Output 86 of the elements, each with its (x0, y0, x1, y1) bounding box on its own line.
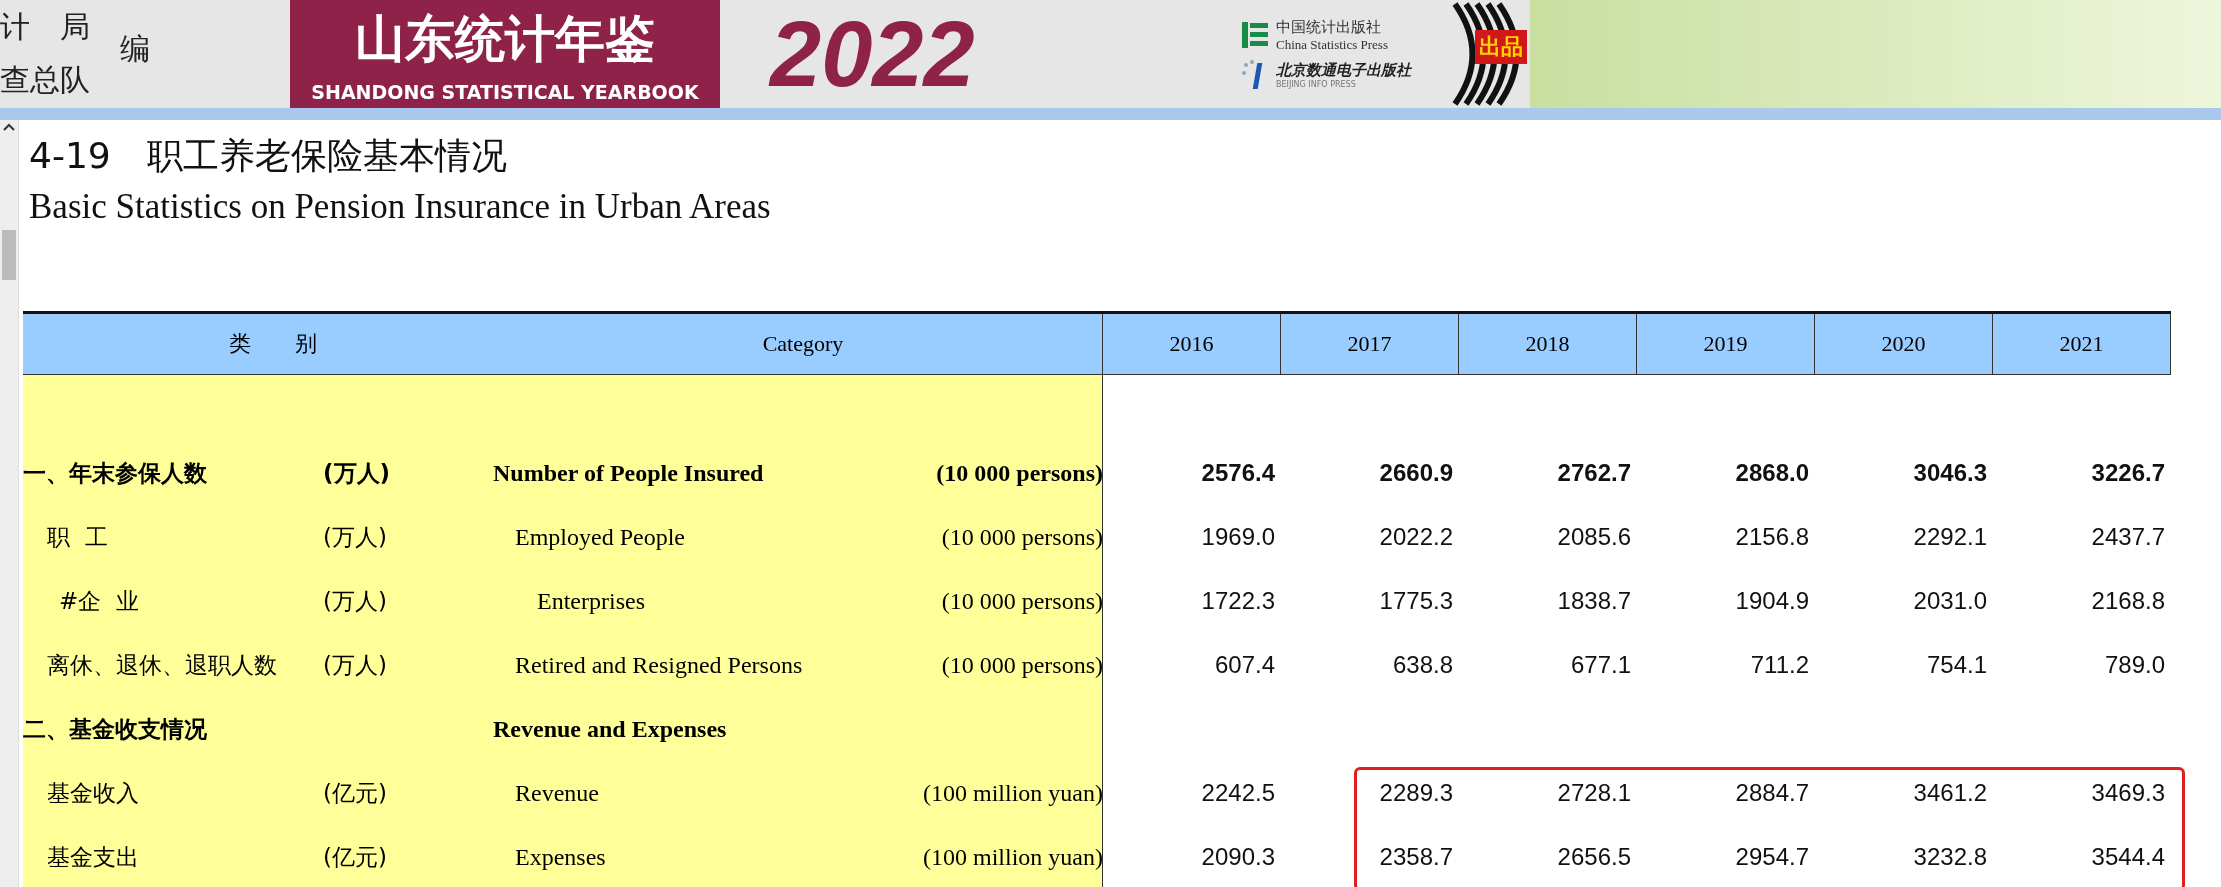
row-label: Revenue and Expenses (493, 715, 728, 743)
edition-year: 2022 (770, 1, 976, 107)
table-cell: 2954.7 (1735, 843, 1809, 870)
row-label: #企 业 (58, 586, 140, 616)
row-label: 二、基金收支情况 (23, 714, 208, 744)
publisher-name: 计 局 (0, 8, 90, 46)
scroll-thumb[interactable] (2, 230, 16, 280)
row-label: Expenses (514, 843, 607, 871)
table-cell: 677.1 (1570, 651, 1631, 678)
table-cell: 2168.8 (2091, 587, 2165, 614)
table-cell: 1775.3 (1379, 587, 1453, 614)
press-name: 中国统计出版社 (1276, 17, 1382, 37)
table-cell: 2085.6 (1557, 523, 1631, 550)
table-cell: 3226.7 (2091, 459, 2165, 486)
table-cell: 711.2 (1750, 651, 1809, 678)
table-cell: 1838.7 (1557, 587, 1631, 614)
table-cell: 754.1 (1926, 651, 1987, 678)
row-label: Retired and Resigned Persons (514, 651, 804, 679)
table-cell: 2031.0 (1913, 587, 1987, 614)
unit-label: (100 million yuan) (922, 843, 1103, 871)
table-cell: 2437.7 (2091, 523, 2165, 550)
table-cell: 2289.3 (1379, 779, 1453, 806)
row-label: Revenue (514, 779, 600, 807)
row-label: Enterprises (536, 587, 646, 615)
press-name: China Statistics Press (1276, 36, 1388, 53)
unit-label: (万人) (322, 586, 388, 616)
table-cell: 2022.2 (1379, 523, 1453, 550)
unit-label: (10 000 persons) (940, 651, 1103, 679)
table-cell: 789.0 (2104, 651, 2165, 678)
table-cell: 3046.3 (1913, 459, 1987, 486)
table-cell: 2242.5 (1201, 779, 1275, 806)
table-cell: 2660.9 (1379, 459, 1453, 486)
press-name: 北京数通电子出版社 (1276, 60, 1411, 80)
row-label: 基金收入 (46, 778, 140, 808)
table-cell: 1904.9 (1735, 587, 1809, 614)
column-header: 2018 (1459, 314, 1637, 374)
row-label: 基金支出 (46, 842, 140, 872)
table-cell: 2884.7 (1735, 779, 1809, 806)
table-subtitle: Basic Statistics on Pension Insurance in Urban Areas (29, 187, 772, 227)
unit-label: (10 000 persons) (940, 587, 1103, 615)
table-cell: 638.8 (1392, 651, 1453, 678)
unit-label: (万人) (322, 650, 388, 680)
row-label: 职 工 (46, 522, 109, 552)
unit-label: (10 000 persons) (940, 523, 1103, 551)
unit-label: (万人) (322, 458, 392, 488)
table-cell: 2576.4 (1201, 459, 1275, 486)
table-cell: 3232.8 (1913, 843, 1987, 870)
scroll-up-icon[interactable] (2, 122, 16, 132)
column-header: 2020 (1815, 314, 1993, 374)
table-cell: 3469.3 (2091, 779, 2165, 806)
row-label: Employed People (514, 523, 686, 551)
column-header: 类 别 (228, 330, 318, 358)
table-title: 4-19 职工养老保险基本情况 (29, 134, 508, 178)
table-cell: 2728.1 (1557, 779, 1631, 806)
table-cell: 1722.3 (1201, 587, 1275, 614)
press-name: BEIJING INFO PRESS (1276, 79, 1357, 89)
scrollbar[interactable] (0, 120, 19, 887)
unit-label: (万人) (322, 522, 388, 552)
table-cell: 3461.2 (1913, 779, 1987, 806)
unit-label: (亿元) (322, 778, 388, 808)
column-header: 2016 (1103, 314, 1281, 374)
editor-mark: 编 (120, 29, 150, 68)
row-label: 离休、退休、退职人数 (46, 650, 278, 680)
unit-label: (亿元) (322, 842, 388, 872)
column-header: Category (761, 331, 845, 357)
table-cell: 2762.7 (1557, 459, 1631, 486)
column-header: 2019 (1637, 314, 1815, 374)
unit-label: (100 million yuan) (922, 779, 1103, 807)
column-header: 2017 (1281, 314, 1459, 374)
table-cell: 2656.5 (1557, 843, 1631, 870)
yearbook-logo: 山东统计年鉴 SHANDONG STATISTICAL YEARBOOK (290, 0, 720, 108)
row-label: 一、年末参保人数 (23, 458, 208, 488)
table-cell: 2090.3 (1201, 843, 1275, 870)
column-header: 2021 (1993, 314, 2171, 374)
table-cell: 2292.1 (1913, 523, 1987, 550)
table-cell: 3544.4 (2091, 843, 2165, 870)
badge: 出品 (1475, 30, 1527, 64)
unit-label: (10 000 persons) (935, 459, 1103, 487)
table-cell: 2868.0 (1735, 459, 1809, 486)
table-cell: 607.4 (1214, 651, 1275, 678)
row-label: Number of People Insured (493, 459, 765, 487)
publisher-name: 查总队 (0, 61, 90, 99)
press-logo-icon (1240, 20, 1270, 50)
table-cell: 2156.8 (1735, 523, 1809, 550)
table-cell: 1969.0 (1201, 523, 1275, 550)
table-cell: 2358.7 (1379, 843, 1453, 870)
